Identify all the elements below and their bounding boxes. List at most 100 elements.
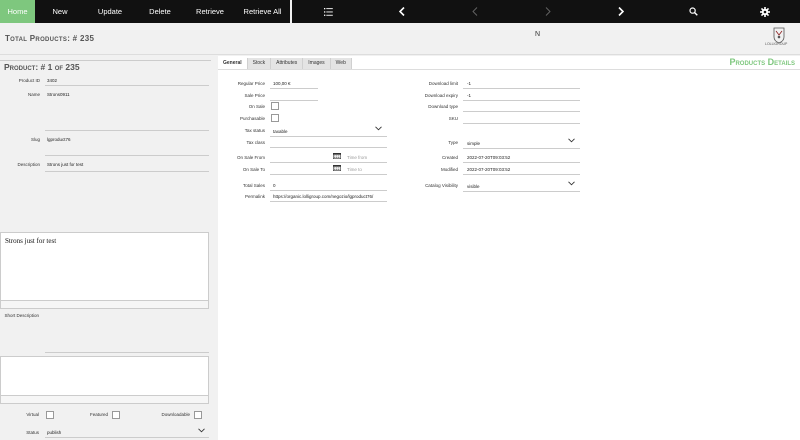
search-icon[interactable] [657, 0, 730, 23]
name-label: Name [27, 92, 40, 97]
download-type-label: Download type [428, 104, 458, 109]
slug-label: Slug [30, 137, 40, 142]
slug-input[interactable]: lgproduct76 [47, 137, 71, 142]
modified-underline [463, 174, 580, 175]
purchasable-label: Purchasable [239, 116, 265, 121]
catalog-visibility-underline [463, 191, 580, 192]
catalog-visibility-select[interactable]: visible [467, 184, 480, 189]
on-sale-from-underline [270, 162, 387, 163]
permalink-link[interactable]: https://organic.lolligroup.com/negozio/l… [273, 194, 373, 199]
sale-price-label: Sale Price [244, 93, 265, 98]
description-label: Description [17, 162, 40, 167]
delete-button[interactable]: Delete [135, 0, 185, 23]
short-description-editor[interactable] [0, 356, 209, 404]
download-expiry-label: Download expiry [424, 93, 458, 98]
product-id-underline [45, 85, 209, 86]
virtual-checkbox[interactable] [46, 411, 54, 419]
type-chevron-down-icon[interactable] [568, 138, 575, 143]
tab-attributes[interactable]: Attributes [271, 58, 304, 69]
on-sale-to-label: On Sale To [242, 167, 265, 172]
page-header: Total Products: # 235 N LOLLIGROUP [0, 23, 800, 54]
slug-underline [45, 155, 209, 156]
catalog-visibility-label: Catalog Visibility [425, 183, 458, 188]
downloadable-label: Downloadable [161, 412, 190, 417]
product-title: Product: # 1 of 235 [4, 62, 80, 72]
new-button[interactable]: New [35, 0, 85, 23]
description-editor[interactable]: Strons just for test [0, 232, 209, 309]
on-sale-from-input[interactable]: Time from [347, 155, 367, 160]
download-limit-input[interactable]: -1 [467, 81, 471, 86]
tax-class-underline [270, 147, 387, 148]
downloadable-checkbox[interactable] [194, 411, 202, 419]
featured-checkbox[interactable] [112, 411, 120, 419]
calendar-to-icon[interactable] [333, 165, 341, 171]
short-description-underline [45, 352, 209, 353]
permalink-label: Permalink [244, 194, 265, 199]
tax-class-label: Tax class [246, 140, 265, 145]
home-button[interactable]: Home [0, 0, 35, 23]
tax-status-label: Tax status [244, 128, 265, 133]
status-label: Status [26, 430, 39, 435]
retrieve-all-button[interactable]: Retrieve All [235, 0, 290, 23]
type-label: Type [448, 140, 458, 145]
header-letter: N [535, 31, 541, 38]
type-select[interactable]: simple [467, 141, 480, 146]
next-record-icon[interactable] [511, 0, 584, 23]
update-button[interactable]: Update [85, 0, 135, 23]
sku-label: SKU [448, 116, 458, 121]
first-record-icon[interactable] [365, 0, 438, 23]
on-sale-label: On Sale [248, 104, 265, 109]
retrieve-button[interactable]: Retrieve [185, 0, 235, 23]
tabs-rule [218, 69, 800, 70]
catalog-visibility-chevron-down-icon[interactable] [568, 181, 575, 186]
virtual-label: Virtual [26, 412, 39, 417]
created-label: Created [441, 155, 458, 160]
product-id-label: Product ID [18, 78, 40, 83]
on-sale-to-underline [270, 174, 387, 175]
tax-status-underline [270, 136, 387, 137]
status-chevron-down-icon[interactable] [198, 428, 205, 433]
purchasable-checkbox[interactable] [271, 114, 279, 122]
on-sale-from-label: On Sale From [236, 155, 265, 160]
sku-underline [463, 123, 580, 124]
regular-price-label: Regular Price [237, 81, 265, 86]
regular-price-underline [270, 88, 318, 89]
status-underline [45, 437, 209, 438]
details-panel: General Stock Attributes Images Web Prod… [218, 56, 800, 440]
name-input[interactable]: Strons0911 [47, 92, 70, 97]
download-expiry-input[interactable]: -1 [467, 93, 471, 98]
calendar-from-icon[interactable] [333, 153, 341, 159]
tab-general[interactable]: General [218, 58, 248, 69]
products-details-title: Products Details [729, 57, 795, 67]
description-editor-text: Strons just for test [5, 237, 57, 245]
last-record-icon[interactable] [584, 0, 657, 23]
tab-images[interactable]: Images [303, 58, 331, 69]
permalink-underline [270, 201, 387, 202]
short-description-label: Short Description [4, 313, 39, 318]
total-sales-value: 0 [273, 183, 276, 188]
description-input[interactable]: Strons just for test [47, 162, 83, 167]
status-select[interactable]: publish [47, 430, 61, 435]
created-value: 2022-07-20T09:03:52 [467, 155, 511, 160]
total-sales-label: Total Sales [242, 183, 265, 188]
download-limit-underline [463, 88, 580, 89]
type-underline [463, 148, 580, 149]
regular-price-input[interactable]: 100,00 € [273, 81, 291, 86]
gear-icon[interactable] [730, 0, 799, 23]
toolbar: Home New Update Delete Retrieve Retrieve… [0, 0, 800, 23]
on-sale-checkbox[interactable] [271, 102, 279, 110]
modified-value: 2022-07-20T09:03:52 [467, 167, 511, 172]
tab-stock[interactable]: Stock [247, 58, 272, 69]
total-sales-underline [270, 190, 387, 191]
product-panel: Product: # 1 of 235 Product ID 3402 Name… [0, 56, 211, 440]
on-sale-to-input[interactable]: Time to [347, 167, 362, 172]
previous-record-icon[interactable] [438, 0, 511, 23]
product-id-value: 3402 [47, 78, 58, 83]
created-underline [463, 162, 580, 163]
tax-status-select[interactable]: taxable [273, 129, 288, 134]
list-icon[interactable] [292, 0, 365, 23]
tax-status-chevron-down-icon[interactable] [375, 126, 382, 131]
download-expiry-underline [463, 100, 580, 101]
short-description-editor-statusbar [1, 395, 208, 403]
tab-web[interactable]: Web [330, 58, 352, 69]
